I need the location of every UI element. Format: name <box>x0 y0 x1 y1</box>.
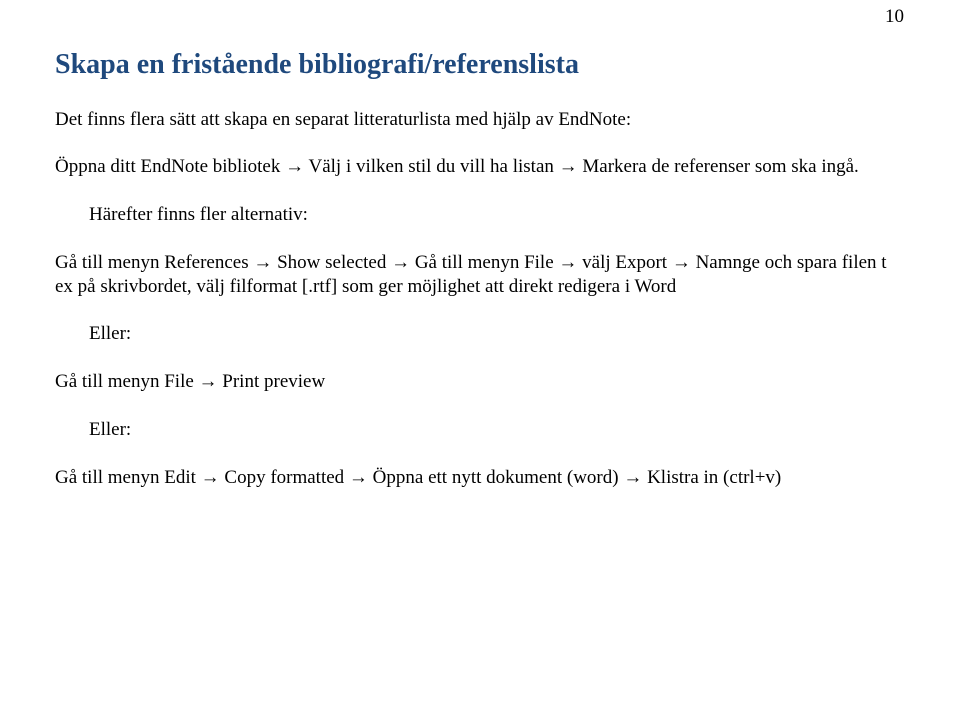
page-heading: Skapa en fristående bibliografi/referens… <box>55 48 904 82</box>
alternative-3: Gå till menyn Edit → Copy formatted → Öp… <box>55 466 904 490</box>
alternatives-intro: Härefter finns fler alternativ: <box>89 203 904 227</box>
or-label-1: Eller: <box>89 322 904 346</box>
alternative-1: Gå till menyn References → Show selected… <box>55 251 904 299</box>
step-paragraph: Öppna ditt EndNote bibliotek → Välj i vi… <box>55 155 904 179</box>
or-label-2: Eller: <box>89 418 904 442</box>
intro-paragraph: Det finns flera sätt att skapa en separa… <box>55 108 904 132</box>
document-page: 10 Skapa en fristående bibliografi/refer… <box>0 0 959 489</box>
page-number: 10 <box>885 6 904 28</box>
alternative-2: Gå till menyn File → Print preview <box>55 370 904 394</box>
